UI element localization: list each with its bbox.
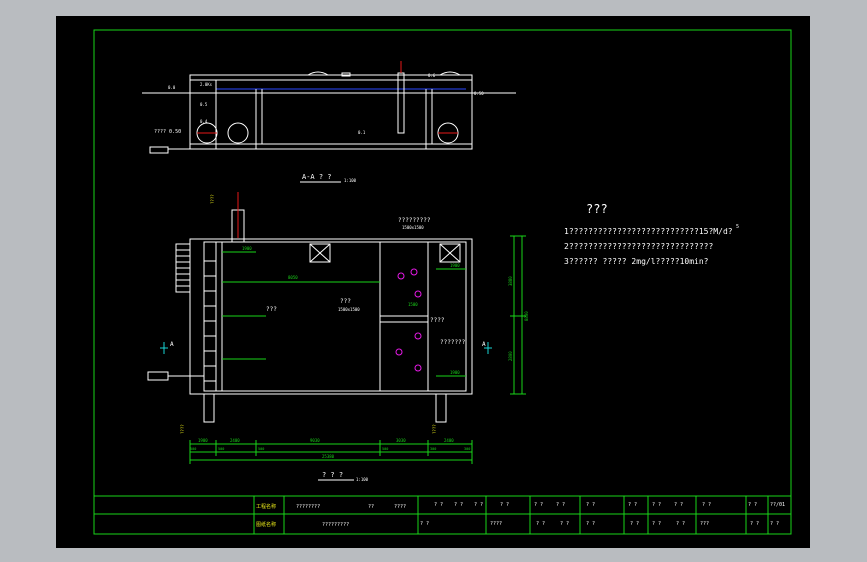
svg-text:? ?: ? ?: [586, 502, 595, 508]
svg-text:0.4: 0.4: [200, 119, 208, 124]
svg-text:3880: 3880: [508, 276, 513, 286]
cad-viewport[interactable]: ???? 0.50 0.0 2.0Ks 0.5 0.4 0.1 0.50 0.6…: [56, 16, 810, 548]
notes-heading: ???: [586, 202, 608, 216]
svg-text:? ?: ? ?: [434, 502, 443, 508]
note-1: 1???????????????????????????15?M/d?: [564, 227, 733, 236]
label-mid-right2: ???????: [440, 339, 466, 346]
project-label: 工程名称: [256, 503, 276, 510]
svg-text:1900: 1900: [450, 263, 460, 268]
svg-text:3030: 3030: [396, 438, 406, 443]
svg-text:2400: 2400: [444, 438, 454, 443]
svg-text:? ?: ? ?: [560, 521, 569, 527]
svg-text:5: 5: [736, 224, 739, 230]
svg-text:300: 300: [464, 447, 470, 451]
label-left: ???: [266, 306, 277, 313]
svg-text:? ?: ? ?: [534, 502, 543, 508]
section-title: A-A ? ?: [302, 173, 332, 181]
label-center: ???: [340, 298, 351, 305]
svg-text:0.50: 0.50: [474, 91, 484, 96]
drawing-value: ?????????: [322, 522, 349, 528]
svg-text:????: ????: [394, 504, 406, 510]
svg-text:A: A: [482, 341, 486, 348]
svg-text:? ?: ? ?: [750, 521, 759, 527]
svg-text:???? 0.50: ???? 0.50: [154, 129, 181, 135]
svg-text:0.5: 0.5: [200, 102, 208, 107]
drawing-border: [93, 29, 792, 535]
svg-text:1500x1500: 1500x1500: [402, 225, 424, 230]
svg-text:2400: 2400: [230, 438, 240, 443]
svg-text:??: ??: [368, 504, 374, 510]
plan-view: 8050 1900 1900 1900 1500 ????????? 1500x…: [147, 192, 529, 482]
plan-scale: 1:100: [356, 477, 369, 482]
label-mid-right: ????: [430, 317, 445, 324]
svg-text:25380: 25380: [322, 454, 335, 459]
svg-text:2800: 2800: [508, 351, 513, 361]
svg-text:500: 500: [258, 447, 264, 451]
svg-text:? ?: ? ?: [454, 502, 463, 508]
svg-text:0.6: 0.6: [428, 73, 436, 78]
svg-text:? ?: ? ?: [556, 502, 565, 508]
svg-text:? ?: ? ?: [628, 502, 637, 508]
section-scale: 1:100: [344, 178, 357, 183]
svg-text:? ?: ? ?: [674, 502, 683, 508]
svg-text:500: 500: [190, 447, 196, 451]
svg-text:? ?: ? ?: [770, 521, 779, 527]
svg-text:??/01: ??/01: [770, 502, 785, 508]
svg-text:1500x1500: 1500x1500: [338, 307, 360, 312]
svg-text:1900: 1900: [198, 438, 208, 443]
svg-text:????: ????: [490, 521, 502, 527]
svg-text:? ?: ? ?: [474, 502, 483, 508]
svg-text:???: ???: [700, 521, 709, 527]
svg-text:? ?: ? ?: [676, 521, 685, 527]
svg-text:9030: 9030: [310, 438, 320, 443]
svg-text:8050: 8050: [288, 275, 298, 280]
svg-text:? ?: ? ?: [748, 502, 757, 508]
svg-text:0.0: 0.0: [168, 85, 176, 90]
svg-text:1900: 1900: [242, 246, 252, 251]
svg-text:A: A: [170, 341, 174, 348]
svg-text:? ?: ? ?: [500, 502, 509, 508]
svg-text:? ?: ? ?: [702, 502, 711, 508]
notes-block: ??? 5 1???????????????????????????15?M/d…: [564, 202, 739, 266]
svg-text:500: 500: [218, 447, 224, 451]
title-block: 工程名称 ???????? 图纸名称 ????????? ?? ???? ? ?…: [93, 495, 792, 535]
drawing-label: 图纸名称: [256, 521, 276, 528]
svg-text:8800: 8800: [524, 311, 529, 321]
svg-text:500: 500: [382, 447, 388, 451]
note-3: 3?????? ????? 2mg/l?????10min?: [564, 257, 709, 266]
svg-text:????: ????: [210, 194, 215, 204]
svg-text:? ?: ? ?: [420, 521, 429, 527]
svg-text:????: ????: [432, 424, 437, 434]
svg-text:? ?: ? ?: [652, 521, 661, 527]
project-value: ????????: [296, 504, 320, 510]
svg-text:0.1: 0.1: [358, 130, 366, 135]
cad-drawing: ???? 0.50 0.0 2.0Ks 0.5 0.4 0.1 0.50 0.6…: [93, 29, 792, 535]
plan-title: ? ? ?: [322, 471, 343, 479]
section-view: ???? 0.50 0.0 2.0Ks 0.5 0.4 0.1 0.50 0.6…: [142, 61, 516, 183]
svg-text:? ?: ? ?: [630, 521, 639, 527]
svg-text:? ?: ? ?: [652, 502, 661, 508]
svg-text:2.0Ks: 2.0Ks: [200, 82, 213, 87]
svg-text:? ?: ? ?: [536, 521, 545, 527]
svg-text:????: ????: [180, 424, 185, 434]
svg-text:1500: 1500: [408, 302, 418, 307]
svg-text:300: 300: [430, 447, 436, 451]
label-top-right: ?????????: [398, 217, 431, 224]
svg-text:1900: 1900: [450, 370, 460, 375]
svg-text:? ?: ? ?: [586, 521, 595, 527]
note-2: 2??????????????????????????????: [564, 242, 713, 251]
